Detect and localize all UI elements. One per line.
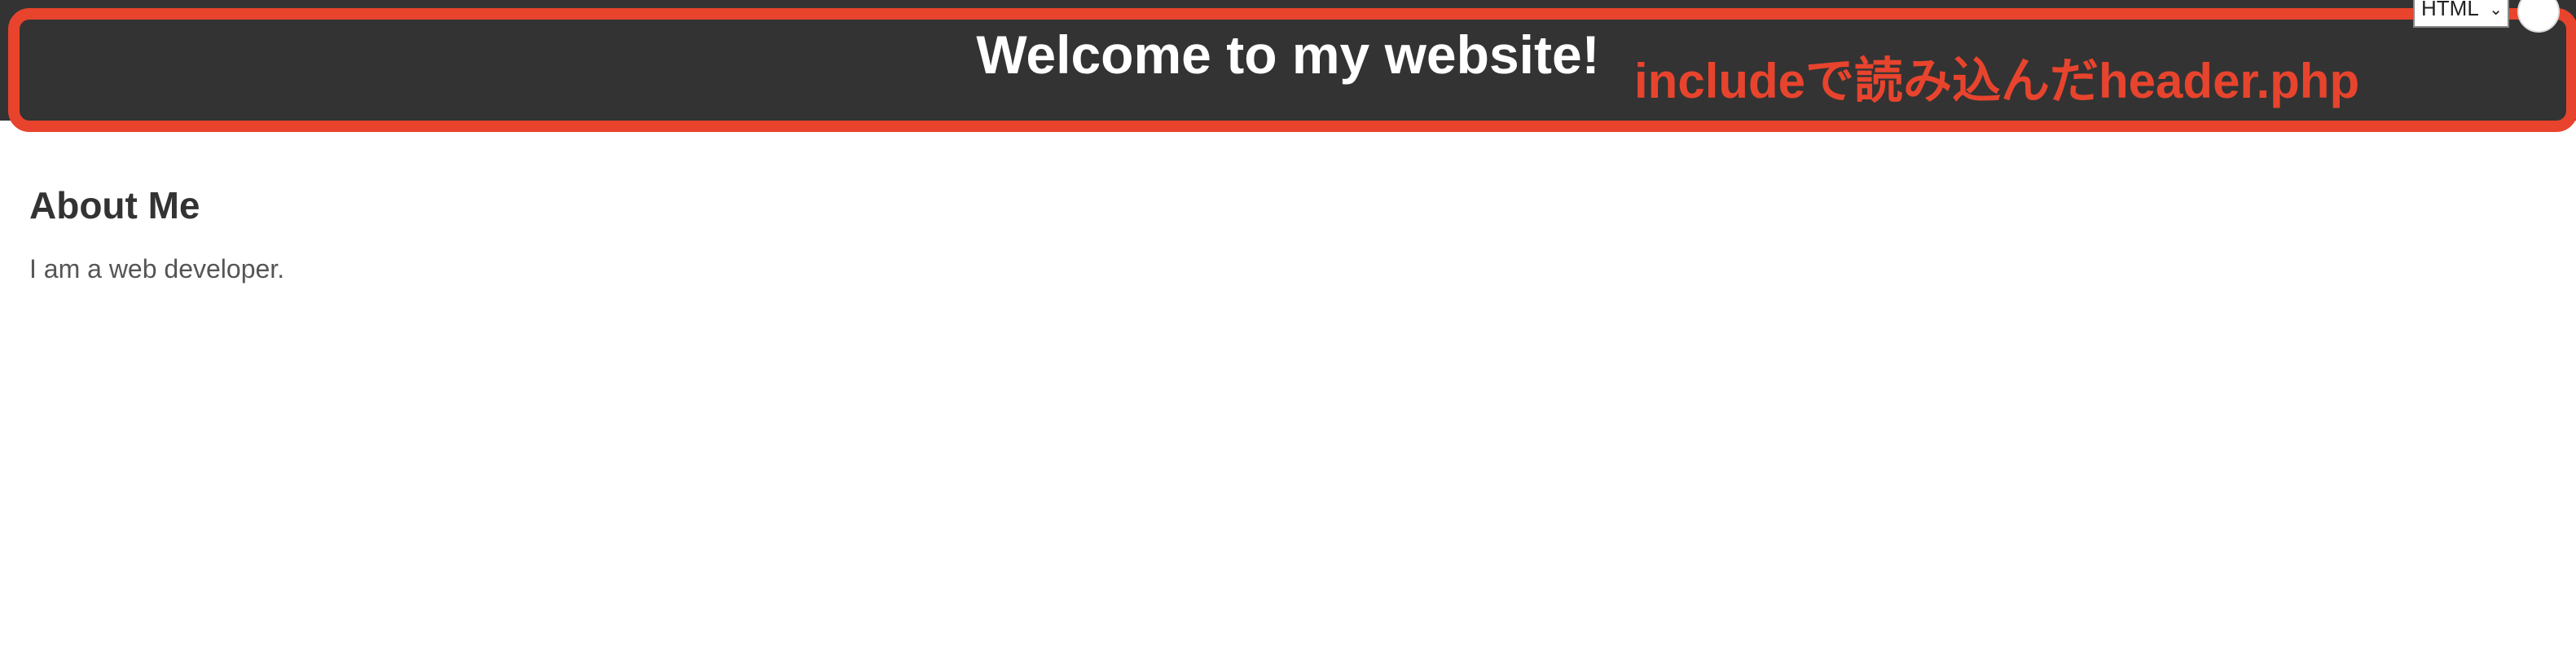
chevron-down-icon: ⌄ [2489,1,2503,19]
about-text: I am a web developer. [29,254,285,284]
about-heading: About Me [29,184,200,226]
language-select-value: HTML [2421,0,2479,20]
header-annotation-label: includeで読み込んだheader.php [1634,54,2360,108]
about-section: About Me I am a web developer. [29,176,1007,288]
language-select[interactable]: HTML ⌄ [2413,0,2509,28]
